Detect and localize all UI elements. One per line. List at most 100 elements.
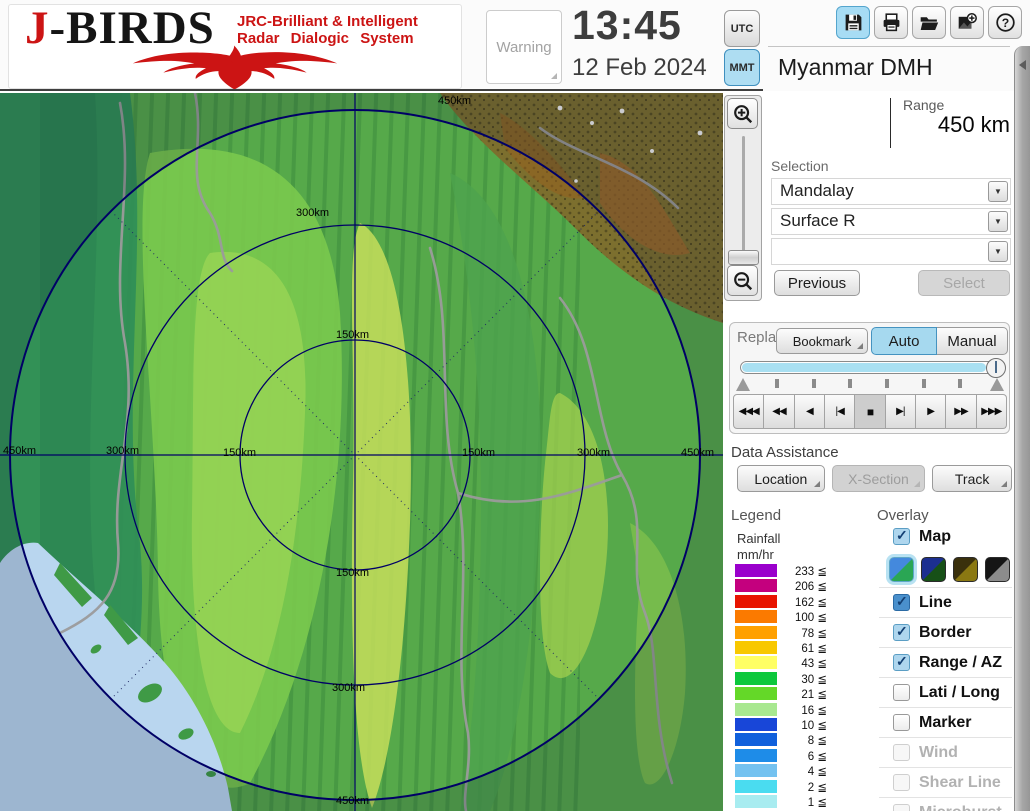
- checkbox[interactable]: [893, 744, 910, 761]
- fast-forward-3-button[interactable]: ▶▶▶: [977, 394, 1007, 429]
- map-style-swatch[interactable]: [953, 557, 978, 582]
- overlay-item-range-az[interactable]: ✓Range / AZ: [879, 647, 1012, 677]
- help-icon: ?: [995, 12, 1016, 33]
- playback-controls: ◀◀◀◀◀◀|◀■▶|▶▶▶▶▶▶: [733, 394, 1007, 429]
- fast-rewind-2-button[interactable]: ◀◀: [764, 394, 794, 429]
- legend-color-swatch: [735, 687, 777, 700]
- overlay-item-label: Border: [919, 624, 971, 642]
- legend-entry: 1 ≦: [735, 795, 830, 809]
- overlay-checklist: ✓Map✓Line✓Border✓Range / AZLati / LongMa…: [879, 522, 1012, 811]
- add-image-button[interactable]: [950, 6, 984, 39]
- overlay-item-label: Map: [919, 528, 951, 546]
- overlay-item-wind[interactable]: Wind: [879, 737, 1012, 767]
- track-button[interactable]: Track: [932, 465, 1012, 492]
- replay-auto-button[interactable]: Auto: [871, 327, 937, 355]
- option-dropdown[interactable]: ▼: [771, 238, 1011, 265]
- checkbox[interactable]: [893, 804, 910, 811]
- overlay-item-shear-line[interactable]: Shear Line: [879, 767, 1012, 797]
- header-divider: [0, 89, 763, 91]
- overlay-item-label: Lati / Long: [919, 684, 1000, 702]
- stop-button[interactable]: ■: [855, 394, 885, 429]
- map-style-swatch[interactable]: [985, 557, 1010, 582]
- product-dropdown[interactable]: Surface R ▼: [771, 208, 1011, 235]
- check-icon: ✓: [896, 527, 908, 544]
- replay-panel: Replay Bookmark Auto Manual ◀◀◀◀◀◀|◀■▶|▶…: [729, 322, 1010, 434]
- legend-value: 6 ≦: [781, 749, 827, 763]
- bookmark-label: Bookmark: [793, 334, 852, 349]
- location-button[interactable]: Location: [737, 465, 825, 492]
- checkbox[interactable]: ✓: [893, 654, 910, 671]
- timezone-mmt-button[interactable]: MMT: [724, 49, 760, 86]
- eagle-logo-icon: [19, 45, 451, 91]
- legend-entry: 8 ≦: [735, 733, 830, 747]
- help-button[interactable]: ?: [988, 6, 1022, 39]
- print-button[interactable]: [874, 6, 908, 39]
- overlay-item-lati-long[interactable]: Lati / Long: [879, 677, 1012, 707]
- range-ring-label: 450km: [438, 95, 471, 107]
- legend-color-swatch: [735, 718, 777, 731]
- range-ring-label: 300km: [577, 447, 610, 459]
- site-dropdown-value: Mandalay: [780, 181, 854, 201]
- zoom-in-button[interactable]: [727, 98, 758, 129]
- replay-manual-button[interactable]: Manual: [937, 327, 1008, 355]
- legend-entry: 2 ≦: [735, 780, 830, 794]
- replay-slider-track[interactable]: [740, 361, 999, 374]
- site-dropdown[interactable]: Mandalay ▼: [771, 178, 1011, 205]
- legend-entry: 61 ≦: [735, 641, 830, 655]
- map-style-swatch[interactable]: [889, 557, 914, 582]
- legend-color-swatch: [735, 641, 777, 654]
- zoom-out-button[interactable]: [727, 265, 758, 296]
- overlay-item-map[interactable]: ✓ Map: [879, 522, 1012, 551]
- save-button[interactable]: [836, 6, 870, 39]
- warning-label: Warning: [496, 39, 551, 56]
- checkbox[interactable]: ✓: [893, 528, 910, 545]
- checkbox[interactable]: ✓: [893, 594, 910, 611]
- radar-map-display[interactable]: 450km300km150km150km300km450km450km300km…: [0, 93, 723, 811]
- x-section-button[interactable]: X-Section: [832, 465, 926, 492]
- panel-splitter[interactable]: [1014, 46, 1030, 811]
- step-back-button[interactable]: |◀: [825, 394, 855, 429]
- svg-text:?: ?: [1001, 16, 1008, 30]
- select-button[interactable]: Select: [918, 270, 1010, 296]
- zoom-slider-thumb[interactable]: [728, 250, 759, 265]
- site-dropdown-button[interactable]: ▼: [988, 181, 1008, 202]
- bookmark-button[interactable]: Bookmark: [776, 328, 868, 354]
- overlay-item-border[interactable]: ✓ Border: [879, 617, 1012, 647]
- warning-button[interactable]: Warning: [486, 10, 562, 84]
- fast-forward-2-button[interactable]: ▶▶: [946, 394, 976, 429]
- zoom-slider-track[interactable]: [742, 136, 745, 252]
- legend-entry: 30 ≦: [735, 672, 830, 686]
- legend-value: 78 ≦: [781, 626, 827, 640]
- play-button[interactable]: ▶: [916, 394, 946, 429]
- open-folder-button[interactable]: [912, 6, 946, 39]
- range-ring-label: 150km: [223, 447, 256, 459]
- product-dropdown-button[interactable]: ▼: [988, 211, 1008, 232]
- map-style-swatch[interactable]: [921, 557, 946, 582]
- legend-value: 162 ≦: [781, 595, 827, 609]
- collapse-panel-icon: [1019, 60, 1026, 70]
- checkbox[interactable]: [893, 714, 910, 731]
- legend-value: 8 ≦: [781, 733, 827, 747]
- overlay-item-microburst[interactable]: Microburst: [879, 797, 1012, 811]
- slider-tick: [775, 379, 779, 388]
- checkbox[interactable]: [893, 684, 910, 701]
- fast-rewind-3-button[interactable]: ◀◀◀: [733, 394, 764, 429]
- data-assistance-buttons: Location X-Section Track: [737, 465, 1012, 492]
- play-backward-button[interactable]: ◀: [795, 394, 825, 429]
- step-forward-button[interactable]: ▶|: [886, 394, 916, 429]
- checkbox[interactable]: ✓: [893, 624, 910, 641]
- option-dropdown-button[interactable]: ▼: [988, 241, 1008, 262]
- chevron-down-icon: ▼: [994, 217, 1002, 226]
- overlay-item-line[interactable]: ✓Line: [879, 587, 1012, 617]
- overlay-item-label: Marker: [919, 714, 971, 732]
- legend-entry: 43 ≦: [735, 656, 830, 670]
- button-label: X-Section: [848, 471, 909, 487]
- legend-entries: 233 ≦206 ≦162 ≦100 ≦78 ≦61 ≦43 ≦30 ≦21 ≦…: [735, 564, 830, 811]
- toolbar-divider: [768, 46, 1010, 47]
- replay-slider-handle[interactable]: [986, 358, 1006, 378]
- timezone-utc-button[interactable]: UTC: [724, 10, 760, 47]
- legend-color-swatch: [735, 733, 777, 746]
- overlay-item-marker[interactable]: Marker: [879, 707, 1012, 737]
- previous-button[interactable]: Previous: [774, 270, 860, 296]
- checkbox[interactable]: [893, 774, 910, 791]
